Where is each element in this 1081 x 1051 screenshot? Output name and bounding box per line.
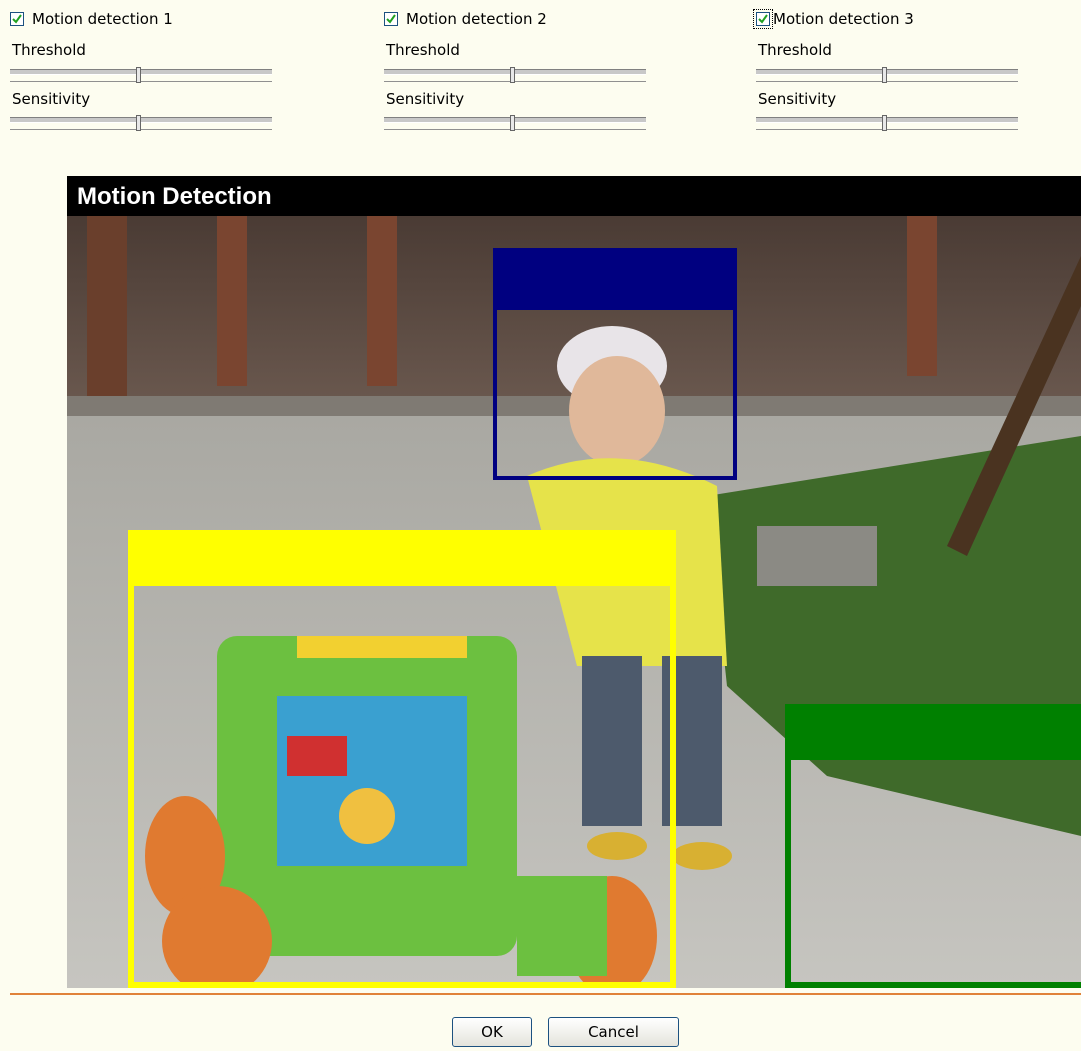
camera-video-feed[interactable] (67, 216, 1081, 988)
threshold-2-thumb[interactable] (510, 67, 515, 83)
slider-track-shadow (756, 81, 1018, 82)
slider-track-shadow (10, 129, 272, 130)
slider-track (10, 69, 272, 75)
sensitivity-1-thumb[interactable] (136, 115, 141, 131)
motion-zone-3-controls: Motion detection 3 Threshold Sensitivity (753, 0, 1026, 140)
threshold-2-slider[interactable] (384, 67, 646, 85)
slider-track-shadow (756, 129, 1018, 130)
motion-zone-3-bar[interactable] (791, 710, 1081, 760)
video-panel: Motion Detection (67, 176, 1081, 988)
motion-zone-2-controls: Motion detection 2 Threshold Sensitivity (384, 0, 654, 140)
sensitivity-2-label: Sensitivity (386, 90, 465, 108)
cancel-button[interactable]: Cancel (548, 1017, 679, 1047)
sensitivity-3-label: Sensitivity (758, 90, 837, 108)
threshold-1-label: Threshold (12, 41, 86, 59)
slider-track (756, 69, 1018, 75)
sensitivity-2-slider[interactable] (384, 115, 646, 133)
motion-zone-2-bar[interactable] (497, 252, 733, 310)
motion-detection-1-checkbox-row[interactable]: Motion detection 1 (10, 10, 173, 28)
slider-track-shadow (384, 81, 646, 82)
sensitivity-3-thumb[interactable] (882, 115, 887, 131)
motion-zone-2-area[interactable] (493, 248, 737, 480)
threshold-3-thumb[interactable] (882, 67, 887, 83)
sensitivity-2-thumb[interactable] (510, 115, 515, 131)
sensitivity-1-slider[interactable] (10, 115, 272, 133)
slider-track-shadow (384, 129, 646, 130)
divider-line (10, 993, 1081, 995)
threshold-1-thumb[interactable] (136, 67, 141, 83)
motion-zone-1-controls: Motion detection 1 Threshold Sensitivity (10, 0, 280, 140)
motion-zone-1-area[interactable] (128, 530, 676, 988)
motion-detection-3-checkbox[interactable] (753, 9, 773, 29)
motion-detection-3-checkbox-row[interactable]: Motion detection 3 (753, 9, 914, 29)
slider-track-shadow (10, 81, 272, 82)
motion-detection-1-label: Motion detection 1 (32, 10, 173, 28)
sensitivity-1-label: Sensitivity (12, 90, 91, 108)
motion-detection-3-label: Motion detection 3 (773, 10, 914, 28)
threshold-3-slider[interactable] (756, 67, 1018, 85)
slider-track (384, 69, 646, 75)
slider-track (756, 117, 1018, 123)
slider-track (10, 117, 272, 123)
threshold-3-label: Threshold (758, 41, 832, 59)
motion-detection-2-checkbox[interactable] (384, 12, 398, 26)
threshold-2-label: Threshold (386, 41, 460, 59)
sensitivity-3-slider[interactable] (756, 115, 1018, 133)
slider-track (384, 117, 646, 123)
motion-detection-2-checkbox-row[interactable]: Motion detection 2 (384, 10, 547, 28)
motion-zone-3-area[interactable] (785, 704, 1081, 988)
motion-detection-1-checkbox[interactable] (10, 12, 24, 26)
motion-detection-2-label: Motion detection 2 (406, 10, 547, 28)
motion-zone-1-bar[interactable] (134, 536, 670, 586)
ok-button[interactable]: OK (452, 1017, 532, 1047)
threshold-1-slider[interactable] (10, 67, 272, 85)
video-title: Motion Detection (67, 176, 1081, 216)
